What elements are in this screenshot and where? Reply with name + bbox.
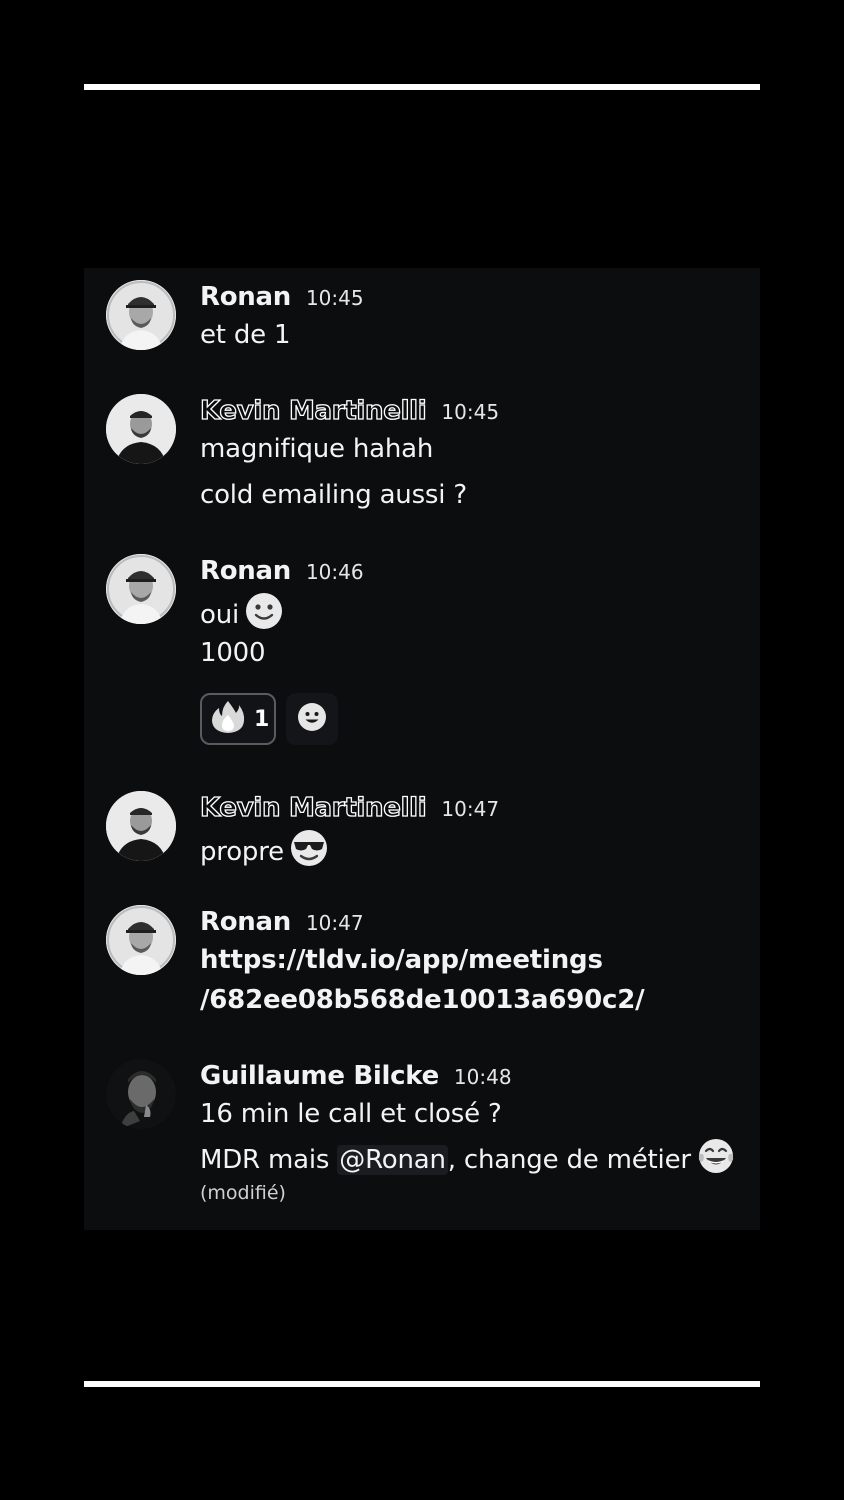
user-mention[interactable]: @Ronan [337,1144,448,1175]
author-name[interactable]: Guillaume Bilcke [200,1061,439,1091]
ronan-avatar-icon [106,905,176,975]
message-line: MDR mais [200,1144,338,1175]
message-header: Kevin Martinelli 10:47 [199,792,500,823]
fire-icon [210,699,246,739]
message-link[interactable]: /682ee08b568de10013a690c2/ [200,985,645,1015]
add-reaction-button[interactable] [286,693,338,745]
message-line: propre [200,836,284,867]
avatar-kevin[interactable] [106,394,176,464]
kevin-avatar-icon [106,394,176,464]
link-text[interactable]: https://tldv.io/app/meetings [200,945,603,975]
message-header: Kevin Martinelli 10:45 [199,395,500,426]
timestamp: 10:46 [305,560,364,584]
message-text: cold emailing aussi ? [200,480,467,510]
message-line: 16 min le call et closé ? [200,1099,502,1129]
link-text[interactable]: /682ee08b568de10013a690c2/ [200,985,645,1015]
message-line: et de 1 [200,320,291,350]
message-header: Ronan 10:46 [200,556,364,586]
ronan-avatar-icon [106,554,176,624]
message-line: oui [200,599,240,630]
avatar-ronan[interactable] [106,554,176,624]
reaction-fire[interactable]: 1 [200,693,276,745]
message-line: cold emailing aussi ? [200,480,467,510]
avatar-ronan[interactable] [106,905,176,975]
ronan-avatar-icon [106,280,176,350]
avatar-guillaume[interactable] [106,1059,176,1129]
message-text: magnifique hahah [200,434,433,464]
message-text: propre [200,829,328,874]
message-text: et de 1 [200,320,291,350]
timestamp: 10:47 [441,797,500,821]
bottom-divider [84,1381,760,1387]
message-text: oui [200,592,283,637]
author-name[interactable]: Kevin Martinelli [199,792,427,823]
message-text: MDR mais @Ronan , change de métier [200,1137,735,1182]
top-divider [84,84,760,90]
slightly-smiling-face-icon [245,592,283,637]
author-name[interactable]: Ronan [200,282,291,312]
message-text: 16 min le call et closé ? [200,1099,502,1129]
add-reaction-icon [297,702,327,736]
reaction-count: 1 [254,706,270,732]
timestamp: 10:48 [453,1065,512,1089]
message-line: 1000 [200,638,266,668]
message-line: magnifique hahah [200,434,434,464]
author-name[interactable]: Ronan [200,907,291,937]
message-header: Ronan 10:47 [200,907,364,937]
avatar-ronan[interactable] [106,280,176,350]
chat-panel: Ronan 10:45 et de 1 Kevin Martinelli 10:… [84,268,760,1230]
edited-label: (modifié) [200,1182,286,1204]
message-header: Guillaume Bilcke 10:48 [200,1061,512,1091]
message-header: Ronan 10:45 [200,282,364,312]
author-name[interactable]: Kevin Martinelli [199,395,427,426]
reactions-row: 1 [84,693,760,745]
message-line: , change de métier [447,1144,691,1175]
timestamp: 10:47 [305,911,364,935]
message-link[interactable]: https://tldv.io/app/meetings [200,945,603,975]
sunglasses-face-icon [290,829,328,874]
kevin-avatar-icon [106,791,176,861]
message-text: 1000 [200,638,266,668]
timestamp: 10:45 [441,400,500,424]
guillaume-avatar-icon [106,1059,176,1129]
timestamp: 10:45 [305,286,364,310]
author-name[interactable]: Ronan [200,556,291,586]
avatar-kevin[interactable] [106,791,176,861]
face-with-tears-of-joy-icon [697,1137,735,1182]
